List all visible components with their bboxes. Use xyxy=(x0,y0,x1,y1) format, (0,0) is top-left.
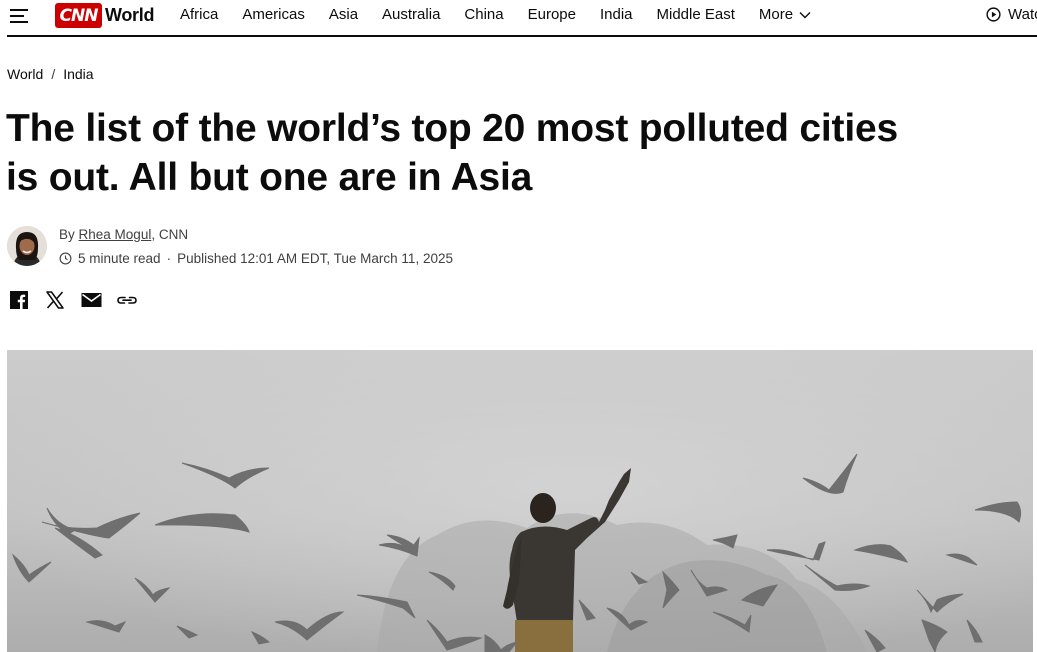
play-circle-icon xyxy=(986,7,1001,22)
nav-item-africa[interactable]: Africa xyxy=(180,6,218,23)
breadcrumb-world[interactable]: World xyxy=(7,66,43,82)
hero-photo xyxy=(7,350,1033,652)
breadcrumb: World / India xyxy=(7,66,94,82)
nav-item-middle-east[interactable]: Middle East xyxy=(657,6,735,23)
byline-prefix: By xyxy=(59,227,75,242)
headline-line-1: The list of the world’s top 20 most poll… xyxy=(6,107,898,150)
main-nav: Africa Americas Asia Australia China Eur… xyxy=(180,6,811,23)
article-meta: 5 minute read · Published 12:01 AM EDT, … xyxy=(59,251,453,266)
email-icon[interactable] xyxy=(80,289,102,311)
logo-text: CNN xyxy=(59,5,99,26)
avatar-image xyxy=(7,226,47,266)
hamburger-menu-icon[interactable] xyxy=(10,8,30,24)
nav-item-china[interactable]: China xyxy=(464,6,503,23)
watch-button[interactable]: Watch xyxy=(986,6,1037,23)
nav-item-india[interactable]: India xyxy=(600,6,633,23)
author-link[interactable]: Rhea Mogul xyxy=(79,227,152,242)
byline: By Rhea Mogul, CNN xyxy=(59,227,188,242)
chevron-down-icon xyxy=(799,11,811,18)
share-bar xyxy=(8,289,152,311)
nav-more-button[interactable]: More xyxy=(759,6,811,23)
edition-label[interactable]: World xyxy=(105,5,154,26)
cnn-logo[interactable]: CNN xyxy=(55,3,102,28)
hero-image[interactable] xyxy=(7,350,1033,652)
nav-item-europe[interactable]: Europe xyxy=(528,6,576,23)
link-icon[interactable] xyxy=(116,289,138,311)
clock-icon xyxy=(59,252,72,265)
published-timestamp: Published 12:01 AM EDT, Tue March 11, 20… xyxy=(177,251,453,266)
headline-line-2: is out. All but one are in Asia xyxy=(6,156,533,199)
read-time: 5 minute read xyxy=(78,251,161,266)
nav-item-americas[interactable]: Americas xyxy=(242,6,305,23)
facebook-icon[interactable] xyxy=(8,289,30,311)
watch-label: Watch xyxy=(1008,6,1037,23)
author-avatar[interactable] xyxy=(7,226,47,266)
byline-outlet: , CNN xyxy=(151,227,189,242)
nav-more-label: More xyxy=(758,6,794,23)
meta-separator: · xyxy=(166,251,172,266)
article-headline: The list of the world’s top 20 most poll… xyxy=(6,104,1037,202)
breadcrumb-india[interactable]: India xyxy=(63,66,93,82)
site-header: CNN World Africa Americas Asia Australia… xyxy=(0,0,1037,33)
x-icon[interactable] xyxy=(44,289,66,311)
nav-item-australia[interactable]: Australia xyxy=(382,6,440,23)
breadcrumb-separator: / xyxy=(51,66,56,82)
header-divider xyxy=(7,35,1037,37)
nav-item-asia[interactable]: Asia xyxy=(329,6,358,23)
